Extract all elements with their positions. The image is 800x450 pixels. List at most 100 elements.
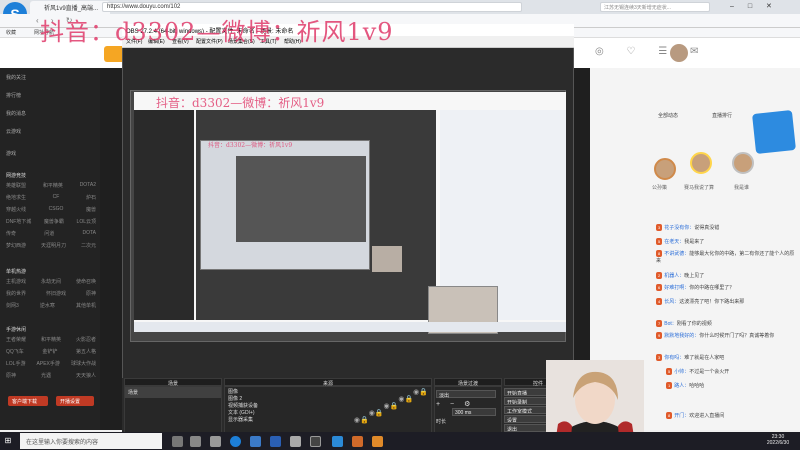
chat-user[interactable]: 你有吗：	[664, 355, 684, 361]
transition-select[interactable]: 淡出	[436, 390, 496, 399]
category-link[interactable]: 梦幻西游	[6, 242, 26, 254]
chat-tab-all[interactable]: 全部动态	[658, 112, 678, 119]
category-link[interactable]: 王者荣耀	[6, 336, 26, 348]
app-icon[interactable]	[332, 436, 343, 447]
avatar[interactable]	[670, 44, 688, 62]
category-link[interactable]: CSGO	[49, 206, 64, 218]
category-link[interactable]: 炉石	[86, 194, 96, 206]
category-link[interactable]: 光遇	[41, 372, 51, 384]
obs-taskbar-icon[interactable]	[310, 436, 321, 447]
sidebar-item-follow[interactable]: 我的关注	[6, 74, 26, 81]
category-link[interactable]: QQ飞车	[6, 348, 24, 360]
duration-input[interactable]: 300 ms	[452, 408, 496, 416]
category-link[interactable]: 问道	[44, 230, 54, 242]
browser-search-input[interactable]: 江苏无锡连续3天新增无症状...	[600, 2, 710, 12]
source-item[interactable]: 文本 (GDI+) ◉🔒	[228, 409, 428, 417]
rank-avatar[interactable]	[732, 152, 754, 174]
taskbar-clock[interactable]: 23:30 2022/6/30	[758, 434, 798, 446]
sidebar-item-messages[interactable]: 我的消息	[6, 110, 26, 117]
category-link[interactable]: CF	[53, 194, 60, 206]
task-view-icon[interactable]	[172, 436, 183, 447]
category-link[interactable]: 魔兽争霸	[44, 218, 64, 230]
chat-user[interactable]: 路人：	[674, 383, 689, 389]
category-link[interactable]: 主机游戏	[6, 278, 26, 290]
category-link[interactable]: 和平精英	[41, 336, 61, 348]
settings-button[interactable]: 设置	[504, 415, 550, 423]
sidebar-item-rank[interactable]: 排行榜	[6, 92, 21, 99]
category-link[interactable]: DNF地下城	[6, 218, 31, 230]
chat-tab-rank[interactable]: 直播排行	[712, 112, 732, 119]
chat-user[interactable]: 花子没有你：	[664, 225, 694, 231]
chat-user[interactable]: 长风：	[664, 299, 679, 305]
category-link[interactable]: 穿越火线	[6, 206, 26, 218]
chat-user[interactable]: 默默地我好的：	[664, 333, 699, 339]
category-link[interactable]: 天涯明月刀	[41, 242, 66, 254]
category-link[interactable]: 其他单机	[76, 302, 96, 314]
category-link[interactable]: 剑网3	[6, 302, 19, 314]
browser-taskbar-icon[interactable]	[230, 436, 241, 447]
exit-button[interactable]: 退出	[504, 424, 550, 432]
category-link[interactable]: APEX手游	[37, 360, 60, 372]
studio-mode-button[interactable]: 工作室模式	[504, 406, 550, 414]
start-streaming-button[interactable]: 开始直播	[504, 388, 550, 396]
chat-user[interactable]: 小帅：	[674, 369, 689, 375]
visibility-icon[interactable]: ◉🔒	[413, 388, 428, 396]
category-link[interactable]: 第五人格	[76, 348, 96, 360]
category-link[interactable]: 火影忍者	[76, 336, 96, 348]
rank-avatar[interactable]	[654, 158, 676, 180]
category-link[interactable]: 二次元	[81, 242, 96, 254]
chat-user[interactable]: 好难打啊：	[664, 285, 689, 291]
category-link[interactable]: DOTA2	[80, 182, 96, 194]
visibility-icon[interactable]: ◉🔒	[384, 402, 399, 410]
category-link[interactable]: 原神	[6, 372, 16, 384]
category-link[interactable]: LOL云顶	[77, 218, 96, 230]
sidebar-item-cloudgame[interactable]: 云游戏	[6, 128, 21, 135]
chat-user[interactable]: 不讲武德：	[664, 251, 689, 257]
category-link[interactable]: LOL手游	[6, 360, 25, 372]
category-link[interactable]: DOTA	[82, 230, 96, 242]
chat-user[interactable]: 在老天：	[664, 239, 684, 245]
start-recording-button[interactable]: 开始录制	[504, 397, 550, 405]
promo-banner[interactable]	[752, 110, 796, 154]
category-link[interactable]: 永劫无间	[41, 278, 61, 290]
category-link[interactable]: 金铲铲	[42, 348, 57, 360]
bookmark-item[interactable]: 收藏	[6, 29, 16, 36]
source-item[interactable]: 图像 ◉🔒	[228, 388, 428, 396]
header-icons[interactable]: ◎ ♡ ☰ ✉	[595, 46, 708, 57]
source-item[interactable]: 图像 2 ◉🔒	[228, 395, 428, 403]
category-link[interactable]: 我的世界	[6, 290, 26, 302]
category-link[interactable]: 使命召唤	[76, 278, 96, 290]
source-item[interactable]: 显示器采集 ◉🔒	[228, 416, 428, 424]
app-icon[interactable]	[210, 436, 221, 447]
category-link[interactable]: 和平精英	[43, 182, 63, 194]
taskbar-search-input[interactable]: 在这里输入你要搜索的内容	[20, 433, 162, 449]
category-link[interactable]: 魔兽	[86, 206, 96, 218]
category-link[interactable]: 天天狼人	[76, 372, 96, 384]
chat-user[interactable]: 机器人：	[664, 273, 684, 279]
visibility-icon[interactable]: ◉🔒	[354, 416, 369, 424]
app-icon[interactable]	[372, 436, 383, 447]
window-controls[interactable]: – □ ✕	[730, 2, 778, 10]
scene-item[interactable]: 场景	[125, 387, 221, 398]
chat-user[interactable]: 开门：	[674, 413, 689, 419]
category-link[interactable]: 绝地求生	[6, 194, 26, 206]
windows-start-icon[interactable]: ⊞	[0, 432, 16, 450]
visibility-icon[interactable]: ◉🔒	[369, 409, 384, 417]
app-icon[interactable]	[190, 436, 201, 447]
stream-settings-button[interactable]: 开播设置	[56, 396, 94, 406]
download-client-button[interactable]: 客户端下载	[8, 396, 48, 406]
app-icon[interactable]	[352, 436, 363, 447]
app-icon[interactable]	[290, 436, 301, 447]
category-link[interactable]: 英雄联盟	[6, 182, 26, 194]
category-link[interactable]: 传奇	[6, 230, 16, 242]
category-link[interactable]: 球球大作战	[71, 360, 96, 372]
transition-add-remove[interactable]: + − ⚙	[436, 400, 474, 408]
sidebar-item-games[interactable]: 游戏	[6, 150, 16, 157]
app-icon[interactable]	[270, 436, 281, 447]
url-input[interactable]: https://www.douyu.com/102	[102, 2, 522, 12]
category-link[interactable]: 怀旧游戏	[46, 290, 66, 302]
category-link[interactable]: 逆水寒	[40, 302, 55, 314]
source-item[interactable]: 视频捕获设备 ◉🔒	[228, 402, 428, 410]
rank-avatar[interactable]	[690, 152, 712, 174]
app-icon[interactable]	[250, 436, 261, 447]
